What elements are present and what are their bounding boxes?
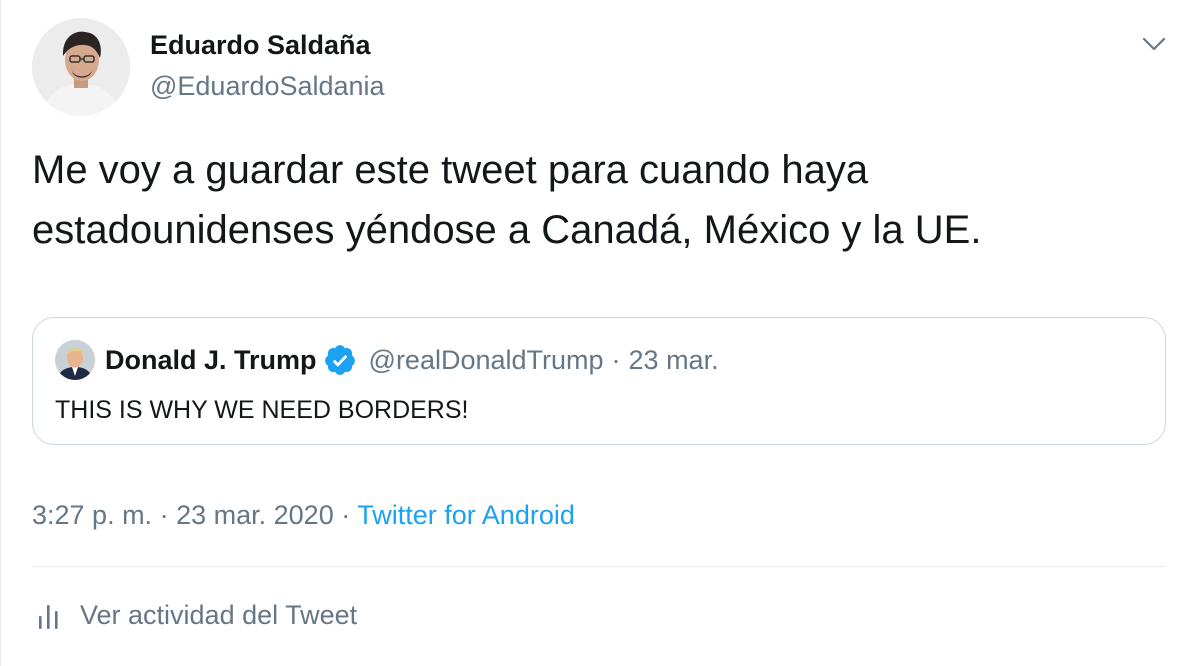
tweet-activity-button[interactable]: Ver actividad del Tweet: [36, 600, 357, 631]
tweet-text-line: estadounidenses yéndose a Canadá, México…: [32, 208, 982, 252]
bar-chart-icon: [39, 604, 58, 629]
tweet-metadata: 3:27 p. m. · 23 mar. 2020 · Twitter for …: [32, 500, 575, 531]
quoted-author-avatar: [55, 340, 95, 380]
divider: [32, 566, 1166, 567]
verified-badge-icon: [324, 345, 355, 375]
tweet-time[interactable]: 3:27 p. m.: [32, 500, 152, 530]
quoted-tweet-header: Donald J. Trump @realDonaldTrump · 23 ma…: [105, 342, 719, 378]
tweet-source-link[interactable]: Twitter for Android: [357, 500, 575, 530]
author-avatar[interactable]: [32, 18, 130, 116]
quoted-tweet-card[interactable]: Donald J. Trump @realDonaldTrump · 23 ma…: [32, 317, 1166, 445]
tweet-text: Me voy a guardar este tweet para cuando …: [32, 140, 1162, 260]
tweet-date[interactable]: 23 mar. 2020: [176, 500, 334, 530]
left-border: [0, 0, 1, 666]
tweet-activity-label: Ver actividad del Tweet: [80, 600, 358, 630]
author-avatar-image: [32, 18, 130, 116]
tweet-text-line: Me voy a guardar este tweet para cuando …: [32, 148, 869, 192]
dot-separator: ·: [159, 500, 169, 530]
quoted-tweet-date: 23 mar.: [628, 344, 719, 375]
author-handle[interactable]: @EduardoSaldania: [150, 71, 385, 102]
chevron-down-icon[interactable]: [1140, 30, 1168, 58]
quoted-author-handle: @realDonaldTrump: [368, 344, 604, 375]
dot-separator: ·: [611, 344, 621, 375]
quoted-author-name: Donald J. Trump: [105, 344, 317, 375]
dot-separator: ·: [341, 500, 351, 530]
quoted-tweet-text: THIS IS WHY WE NEED BORDERS!: [55, 396, 469, 424]
author-name[interactable]: Eduardo Saldaña: [150, 30, 371, 61]
